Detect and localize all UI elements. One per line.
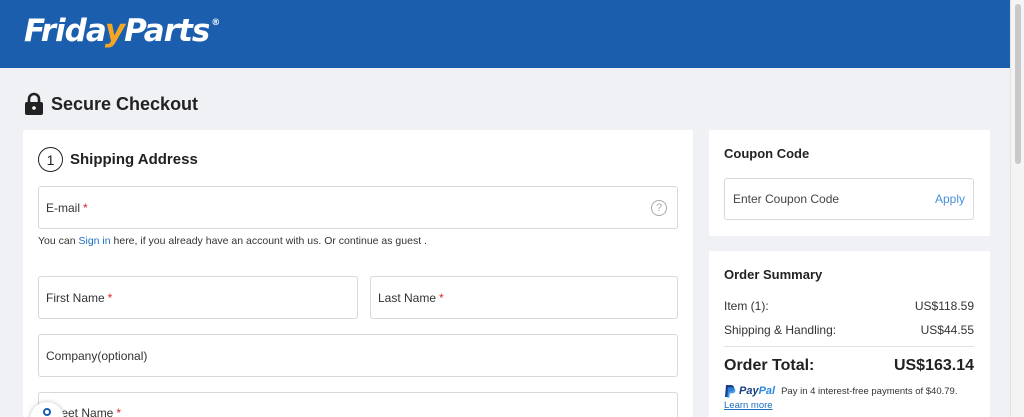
item-value: US$118.59: [914, 299, 974, 313]
last-name-field-label: Last Name *: [378, 290, 444, 305]
page-scrollbar[interactable]: [1010, 0, 1024, 417]
order-total-label: Order Total:: [724, 357, 815, 374]
chat-icon: [43, 408, 51, 416]
site-header: FridayParts ®: [0, 0, 1010, 68]
step-number-badge: 1: [38, 147, 63, 172]
order-summary-card: Order Summary Item (1): US$118.59 Shippi…: [709, 251, 990, 417]
page-title: Secure Checkout: [51, 93, 199, 114]
paypal-icon: [725, 385, 736, 398]
item-row: Item (1): US$118.59: [724, 299, 974, 313]
order-summary-title: Order Summary: [724, 267, 823, 282]
order-total-row: Order Total: US$163.14: [724, 357, 974, 375]
sign-in-link[interactable]: Sign in: [78, 235, 110, 247]
logo-text-part1: Frida: [24, 13, 106, 49]
first-name-field[interactable]: First Name *: [38, 276, 358, 319]
signin-note: You can Sign in here, if you already hav…: [38, 235, 427, 247]
shipping-value: US$44.55: [920, 323, 974, 337]
last-name-field[interactable]: Last Name *: [370, 276, 678, 319]
coupon-placeholder: Enter Coupon Code: [733, 192, 840, 206]
lock-icon: [25, 92, 43, 115]
scrollbar-thumb[interactable]: [1015, 4, 1021, 164]
coupon-title: Coupon Code: [724, 146, 810, 161]
shipping-address-card: 1 Shipping Address E-mail * ? You can Sig…: [23, 130, 693, 417]
paypal-installments: PayPal Pay in 4 interest-free payments o…: [724, 384, 957, 398]
help-icon[interactable]: ?: [651, 199, 667, 216]
shipping-step-header: 1 Shipping Address: [38, 147, 198, 172]
paypal-installment-text: Pay in 4 interest-free payments of $40.7…: [781, 385, 958, 397]
shipping-section-title: Shipping Address: [70, 151, 198, 168]
paypal-wordmark: PayPal: [739, 385, 776, 397]
site-logo[interactable]: FridayParts ®: [24, 13, 220, 49]
logo-registered-mark: ®: [211, 18, 220, 28]
learn-more-link[interactable]: Learn more: [724, 400, 773, 411]
logo-text-part2: Parts: [124, 13, 210, 49]
company-field-label: Company(optional): [46, 348, 148, 363]
shipping-row: Shipping & Handling: US$44.55: [724, 323, 974, 337]
apply-coupon-button[interactable]: Apply: [935, 192, 965, 206]
logo-text-accent: y: [104, 13, 125, 49]
first-name-field-label: First Name *: [46, 290, 113, 305]
item-label: Item (1):: [724, 299, 769, 313]
shipping-label: Shipping & Handling:: [724, 323, 837, 337]
coupon-card: Coupon Code Enter Coupon Code Apply: [709, 130, 990, 236]
company-field[interactable]: Company(optional): [38, 334, 678, 377]
page-title-row: Secure Checkout: [24, 90, 198, 118]
coupon-input[interactable]: Enter Coupon Code Apply: [724, 178, 974, 220]
email-field-label: E-mail *: [46, 200, 88, 215]
order-total-value: US$163.14: [893, 357, 974, 374]
summary-divider: [724, 346, 974, 347]
email-field[interactable]: E-mail * ?: [38, 186, 678, 229]
street-name-field[interactable]: Street Name *: [38, 392, 678, 417]
